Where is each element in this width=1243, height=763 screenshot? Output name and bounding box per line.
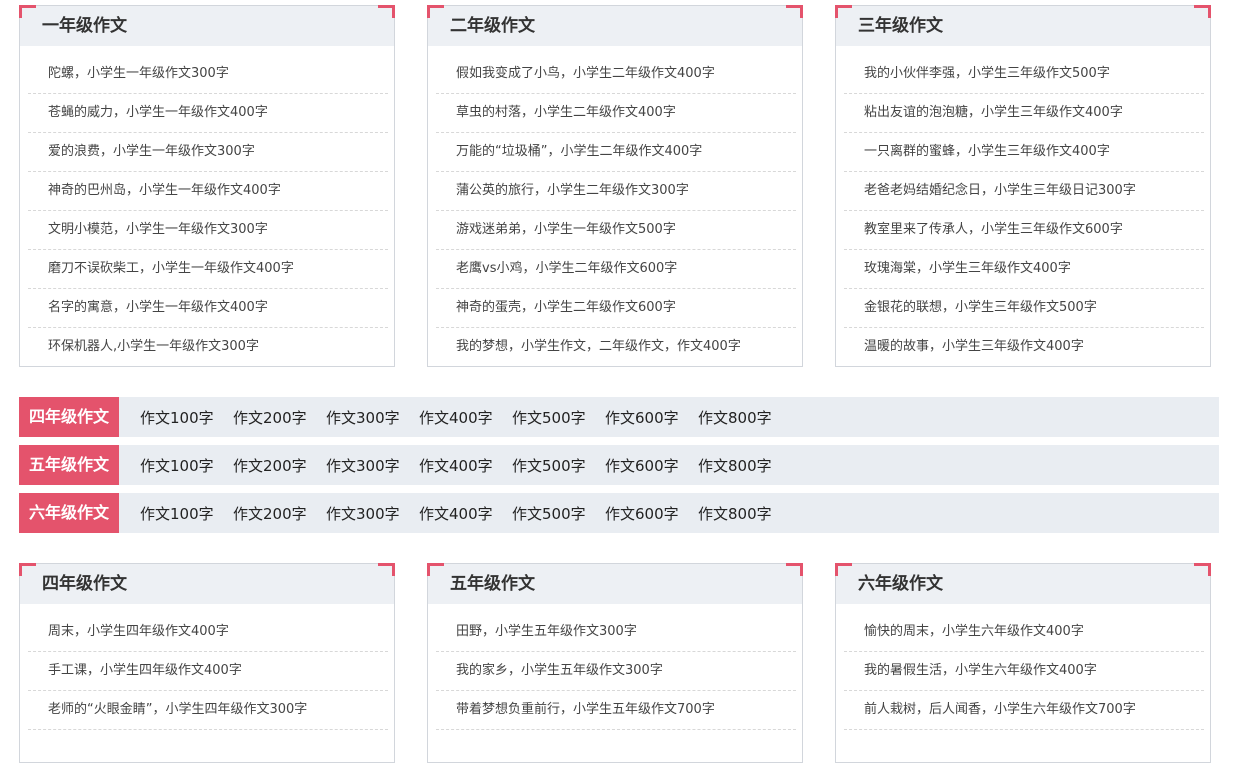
article-link[interactable]: 万能的“垃圾桶”，小学生二年级作文400字 bbox=[436, 133, 796, 172]
wordcount-link[interactable]: 作文200字 bbox=[233, 397, 326, 437]
panel-grade-3: 三年级作文 我的小伙伴李强，小学生三年级作文500字 粘出友谊的泡泡糖，小学生三… bbox=[835, 5, 1211, 367]
article-link[interactable]: 我的梦想，小学生作文，二年级作文，作文400字 bbox=[436, 328, 796, 366]
panel-title[interactable]: 二年级作文 bbox=[450, 6, 535, 46]
article-link[interactable]: 陀螺，小学生一年级作文300字 bbox=[28, 55, 388, 94]
article-list: 田野，小学生五年级作文300字 我的家乡，小学生五年级作文300字 带着梦想负重… bbox=[428, 604, 802, 730]
panel-header: 二年级作文 bbox=[428, 6, 802, 46]
wordcount-link[interactable]: 作文300字 bbox=[326, 493, 419, 533]
wordcount-link[interactable]: 作文200字 bbox=[233, 445, 326, 485]
article-link[interactable]: 周末，小学生四年级作文400字 bbox=[28, 613, 388, 652]
grade-bar-6: 六年级作文 作文100字 作文200字 作文300字 作文400字 作文500字… bbox=[19, 493, 1219, 533]
corner-decoration bbox=[786, 563, 803, 576]
panel-title[interactable]: 一年级作文 bbox=[42, 6, 127, 46]
panel-header: 六年级作文 bbox=[836, 564, 1210, 604]
grade-tag[interactable]: 五年级作文 bbox=[19, 445, 119, 485]
article-link[interactable]: 我的家乡，小学生五年级作文300字 bbox=[436, 652, 796, 691]
wordcount-link[interactable]: 作文300字 bbox=[326, 397, 419, 437]
wordcount-link[interactable]: 作文400字 bbox=[419, 445, 512, 485]
article-link[interactable]: 粘出友谊的泡泡糖，小学生三年级作文400字 bbox=[844, 94, 1204, 133]
article-link[interactable]: 教室里来了传承人，小学生三年级作文600字 bbox=[844, 211, 1204, 250]
article-link[interactable]: 带着梦想负重前行，小学生五年级作文700字 bbox=[436, 691, 796, 730]
article-link[interactable]: 文明小模范，小学生一年级作文300字 bbox=[28, 211, 388, 250]
wordcount-link[interactable]: 作文200字 bbox=[233, 493, 326, 533]
article-link[interactable]: 假如我变成了小鸟，小学生二年级作文400字 bbox=[436, 55, 796, 94]
wordcount-link[interactable]: 作文400字 bbox=[419, 397, 512, 437]
article-link[interactable]: 玫瑰海棠，小学生三年级作文400字 bbox=[844, 250, 1204, 289]
wordcount-link[interactable]: 作文400字 bbox=[419, 493, 512, 533]
panel-title[interactable]: 五年级作文 bbox=[450, 564, 535, 604]
panel-header: 四年级作文 bbox=[20, 564, 394, 604]
article-link[interactable]: 神奇的蛋壳，小学生二年级作文600字 bbox=[436, 289, 796, 328]
article-link[interactable]: 温暖的故事，小学生三年级作文400字 bbox=[844, 328, 1204, 366]
corner-decoration bbox=[1194, 5, 1211, 18]
panel-grade-2: 二年级作文 假如我变成了小鸟，小学生二年级作文400字 草虫的村落，小学生二年级… bbox=[427, 5, 803, 367]
panel-grade-6: 六年级作文 愉快的周末，小学生六年级作文400字 我的暑假生活，小学生六年级作文… bbox=[835, 563, 1211, 763]
corner-decoration bbox=[835, 5, 852, 18]
grade-bar-5: 五年级作文 作文100字 作文200字 作文300字 作文400字 作文500字… bbox=[19, 445, 1219, 485]
panel-grade-4: 四年级作文 周末，小学生四年级作文400字 手工课，小学生四年级作文400字 老… bbox=[19, 563, 395, 763]
article-list: 假如我变成了小鸟，小学生二年级作文400字 草虫的村落，小学生二年级作文400字… bbox=[428, 46, 802, 366]
article-link[interactable]: 环保机器人,小学生一年级作文300字 bbox=[28, 328, 388, 366]
wordcount-link[interactable]: 作文600字 bbox=[605, 493, 698, 533]
wordcount-link[interactable]: 作文500字 bbox=[512, 397, 605, 437]
wordcount-link[interactable]: 作文100字 bbox=[140, 445, 233, 485]
wordcount-link[interactable]: 作文100字 bbox=[140, 493, 233, 533]
panel-header: 三年级作文 bbox=[836, 6, 1210, 46]
article-link[interactable]: 前人栽树，后人闻香，小学生六年级作文700字 bbox=[844, 691, 1204, 730]
panel-header: 一年级作文 bbox=[20, 6, 394, 46]
wordcount-link[interactable]: 作文600字 bbox=[605, 445, 698, 485]
wordcount-links: 作文100字 作文200字 作文300字 作文400字 作文500字 作文600… bbox=[140, 493, 791, 533]
article-link[interactable]: 田野，小学生五年级作文300字 bbox=[436, 613, 796, 652]
grade-bar-4: 四年级作文 作文100字 作文200字 作文300字 作文400字 作文500字… bbox=[19, 397, 1219, 437]
article-list: 愉快的周末，小学生六年级作文400字 我的暑假生活，小学生六年级作文400字 前… bbox=[836, 604, 1210, 730]
corner-decoration bbox=[427, 5, 444, 18]
panel-header: 五年级作文 bbox=[428, 564, 802, 604]
article-link[interactable]: 老爸老妈结婚纪念日，小学生三年级日记300字 bbox=[844, 172, 1204, 211]
article-link[interactable]: 老师的“火眼金睛”，小学生四年级作文300字 bbox=[28, 691, 388, 730]
article-link[interactable]: 愉快的周末，小学生六年级作文400字 bbox=[844, 613, 1204, 652]
article-link[interactable]: 爱的浪费，小学生一年级作文300字 bbox=[28, 133, 388, 172]
article-link[interactable]: 一只离群的蜜蜂，小学生三年级作文400字 bbox=[844, 133, 1204, 172]
article-link[interactable]: 名字的寓意，小学生一年级作文400字 bbox=[28, 289, 388, 328]
article-link[interactable]: 老鹰vs小鸡，小学生二年级作文600字 bbox=[436, 250, 796, 289]
wordcount-links: 作文100字 作文200字 作文300字 作文400字 作文500字 作文600… bbox=[140, 397, 791, 437]
panel-grade-1: 一年级作文 陀螺，小学生一年级作文300字 苍蝇的威力，小学生一年级作文400字… bbox=[19, 5, 395, 367]
grade-tag[interactable]: 四年级作文 bbox=[19, 397, 119, 437]
corner-decoration bbox=[378, 5, 395, 18]
article-list: 周末，小学生四年级作文400字 手工课，小学生四年级作文400字 老师的“火眼金… bbox=[20, 604, 394, 730]
corner-decoration bbox=[19, 5, 36, 18]
corner-decoration bbox=[378, 563, 395, 576]
corner-decoration bbox=[835, 563, 852, 576]
article-link[interactable]: 草虫的村落，小学生二年级作文400字 bbox=[436, 94, 796, 133]
panel-title[interactable]: 六年级作文 bbox=[858, 564, 943, 604]
wordcount-link[interactable]: 作文600字 bbox=[605, 397, 698, 437]
article-list: 陀螺，小学生一年级作文300字 苍蝇的威力，小学生一年级作文400字 爱的浪费，… bbox=[20, 46, 394, 366]
article-link[interactable]: 蒲公英的旅行，小学生二年级作文300字 bbox=[436, 172, 796, 211]
corner-decoration bbox=[1194, 563, 1211, 576]
article-link[interactable]: 我的暑假生活，小学生六年级作文400字 bbox=[844, 652, 1204, 691]
panel-title[interactable]: 四年级作文 bbox=[42, 564, 127, 604]
article-link[interactable]: 游戏迷弟弟，小学生一年级作文500字 bbox=[436, 211, 796, 250]
wordcount-link[interactable]: 作文500字 bbox=[512, 445, 605, 485]
article-link[interactable]: 我的小伙伴李强，小学生三年级作文500字 bbox=[844, 55, 1204, 94]
panel-grade-5: 五年级作文 田野，小学生五年级作文300字 我的家乡，小学生五年级作文300字 … bbox=[427, 563, 803, 763]
article-link[interactable]: 神奇的巴州岛，小学生一年级作文400字 bbox=[28, 172, 388, 211]
wordcount-link[interactable]: 作文300字 bbox=[326, 445, 419, 485]
corner-decoration bbox=[19, 563, 36, 576]
wordcount-link[interactable]: 作文800字 bbox=[698, 445, 791, 485]
corner-decoration bbox=[427, 563, 444, 576]
article-link[interactable]: 苍蝇的威力，小学生一年级作文400字 bbox=[28, 94, 388, 133]
article-list: 我的小伙伴李强，小学生三年级作文500字 粘出友谊的泡泡糖，小学生三年级作文40… bbox=[836, 46, 1210, 366]
wordcount-link[interactable]: 作文800字 bbox=[698, 397, 791, 437]
wordcount-links: 作文100字 作文200字 作文300字 作文400字 作文500字 作文600… bbox=[140, 445, 791, 485]
panel-title[interactable]: 三年级作文 bbox=[858, 6, 943, 46]
wordcount-link[interactable]: 作文500字 bbox=[512, 493, 605, 533]
wordcount-link[interactable]: 作文800字 bbox=[698, 493, 791, 533]
article-link[interactable]: 金银花的联想，小学生三年级作文500字 bbox=[844, 289, 1204, 328]
wordcount-link[interactable]: 作文100字 bbox=[140, 397, 233, 437]
article-link[interactable]: 磨刀不误砍柴工，小学生一年级作文400字 bbox=[28, 250, 388, 289]
article-link[interactable]: 手工课，小学生四年级作文400字 bbox=[28, 652, 388, 691]
grade-tag[interactable]: 六年级作文 bbox=[19, 493, 119, 533]
corner-decoration bbox=[786, 5, 803, 18]
